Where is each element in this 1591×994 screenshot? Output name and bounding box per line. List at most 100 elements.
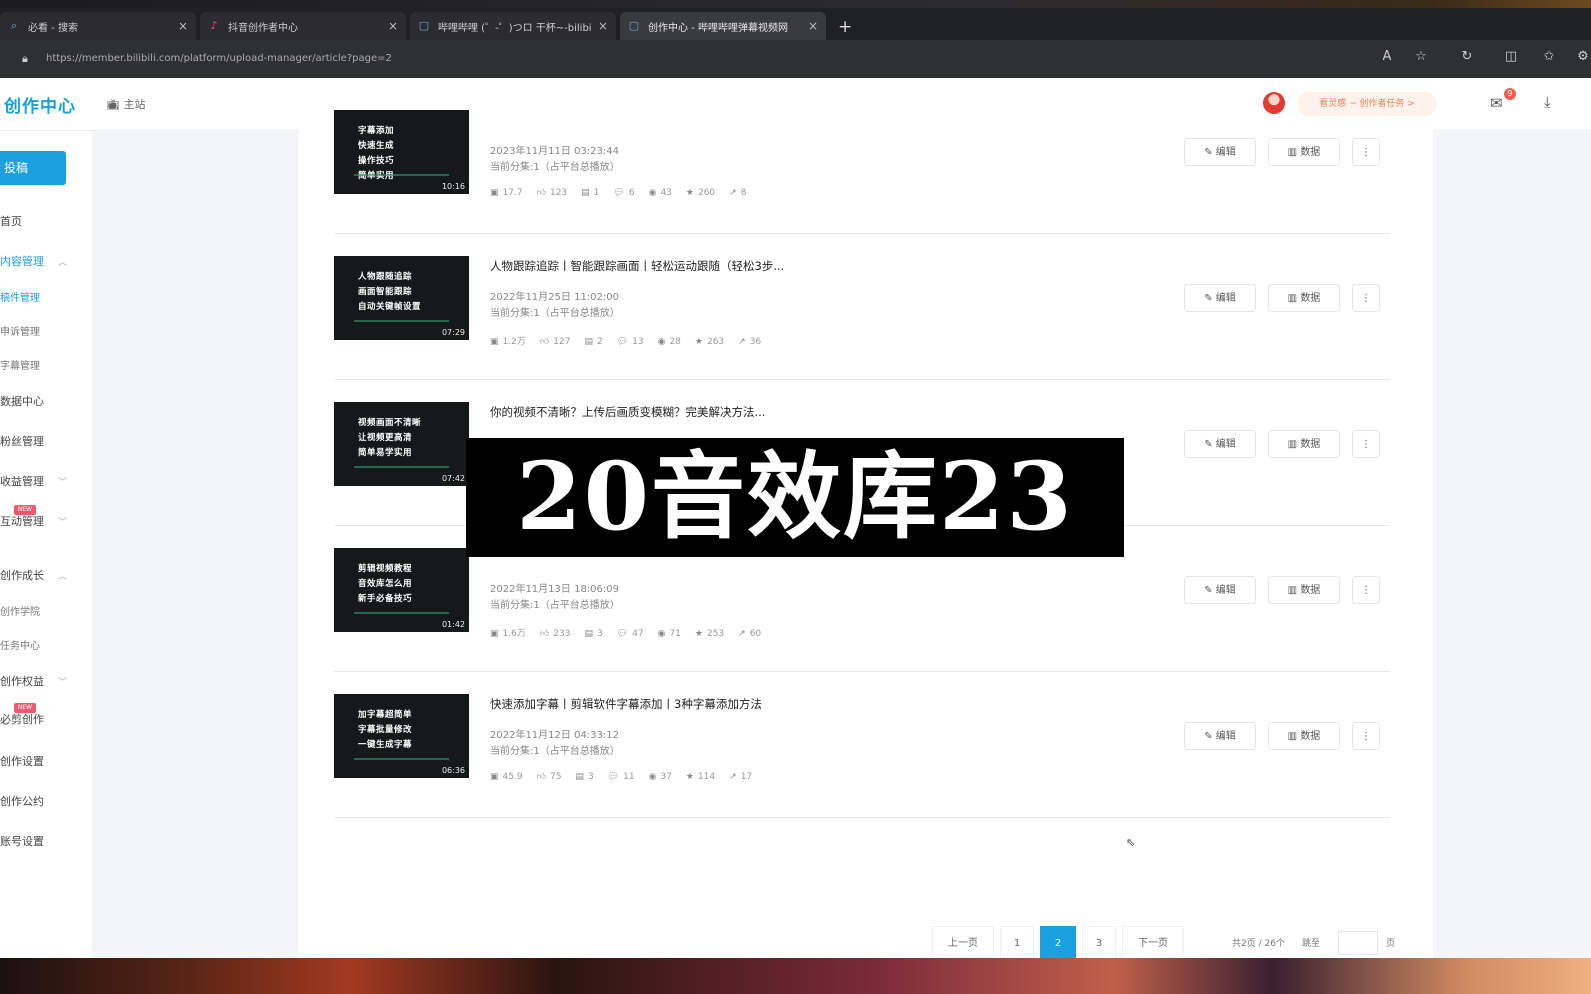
page-button-2[interactable]: 2 [1040,926,1076,958]
chevron-down-icon[interactable]: ﹀ [58,675,67,688]
video-title[interactable]: 人物跟踪追踪丨智能跟踪画面丨轻松运动跟随（轻松3步... [490,258,784,274]
sidebar-item-content[interactable]: 内容管理 [0,253,44,269]
close-icon[interactable]: × [178,19,188,33]
url-field[interactable]: 🔒︎ https://member.bilibili.com/platform/… [14,47,1354,71]
video-thumbnail[interactable]: 视频画面不清晰 让视频更高清 简单易学实用 07:42 [334,402,469,486]
video-thumbnail[interactable]: 人物跟随追踪 画面智能跟踪 自动关键帧设置 07:29 [334,256,469,340]
video-thumbnail[interactable]: 剪辑视频教程 音效库怎么用 新手必备技巧 01:42 [334,548,469,632]
favorite-star-icon[interactable]: ☆ [1412,49,1430,64]
play-count-icon: ▣ [490,629,499,639]
sidebar-item-account[interactable]: 账号设置 [0,833,44,849]
data-button[interactable]: ▥ 数据 [1268,430,1340,458]
edit-icon: ✎ [1204,731,1216,742]
coin-icon: ◉ [648,772,657,782]
edit-button[interactable]: ✎ 编辑 [1184,138,1256,166]
more-button[interactable]: ⋮ [1352,430,1380,458]
sidebar-item-bijian[interactable]: 必剪创作 [0,711,44,727]
sidebar-item-income[interactable]: 收益管理 [0,473,44,489]
sidebar-item-rights[interactable]: 创作权益 [0,673,44,689]
close-icon[interactable]: × [598,19,608,33]
video-title[interactable]: 快速添加字幕丨剪辑软件字幕添加丨3种字幕添加方法 [490,696,762,712]
page-button-3[interactable]: 3 [1082,926,1116,958]
extensions-icon[interactable]: ⚙ [1574,49,1591,64]
more-button[interactable]: ⋮ [1352,284,1380,312]
sidebar-item-home[interactable]: 首页 [0,213,22,229]
refresh-icon[interactable]: ↻ [1458,49,1476,64]
data-button[interactable]: ▥ 数据 [1268,576,1340,604]
stat-like-value: 233 [553,629,571,639]
stat-coin: ◉ 37 [649,772,672,782]
video-thumbnail[interactable]: 字幕添加 快速生成 操作技巧 简单实用 10:16 [334,110,469,194]
sidebar-item-manuscripts[interactable]: 稿件管理 [0,289,40,304]
data-button[interactable]: ▥ 数据 [1268,284,1340,312]
sidebar-item-convention[interactable]: 创作公约 [0,793,44,809]
chevron-down-icon[interactable]: ﹀ [58,515,67,528]
lock-icon: 🔒︎ [22,52,28,65]
stat-play-value: 1.6万 [502,629,526,639]
edit-button[interactable]: ✎ 编辑 [1184,576,1256,604]
data-label: 数据 [1300,585,1321,596]
video-thumbnail[interactable]: 加字幕超简单 字幕批量修改 一键生成字幕 06:36 [334,694,469,778]
favorites-icon[interactable]: ✩ [1540,49,1558,64]
sidebar-item-academy[interactable]: 创作学院 [0,603,40,618]
edit-button[interactable]: ✎ 编辑 [1184,284,1256,312]
close-icon[interactable]: × [388,19,398,33]
stat-comment-value: 47 [632,629,644,639]
tab-label: 哔哩哔哩 (゜-゜)つロ 干杯~-bilibili [438,22,592,34]
stat-comment: 💬︎ 47 [617,629,644,639]
home-link[interactable]: 📺︎ 主站 [106,96,145,112]
stat-fav: ★ 263 [695,337,724,347]
sidebar: 投稿 首页 内容管理 ︿ 稿件管理 申诉管理 字幕管理 数据中心 粉丝管理 收益… [0,131,92,958]
sidebar-item-interaction[interactable]: 互动管理 [0,513,44,529]
like-icon: 👍︎ [536,772,546,782]
new-tab-icon[interactable]: + [838,18,852,36]
edit-button[interactable]: ✎ 编辑 [1184,430,1256,458]
next-page-button[interactable]: 下一页 [1122,926,1184,958]
search-icon: ⌕ [10,19,18,32]
sidebar-item-data[interactable]: 数据中心 [0,393,44,409]
mail-icon[interactable]: ✉ [1490,94,1503,112]
chevron-up-icon[interactable]: ︿ [58,569,67,582]
comment-icon: 💬︎ [616,337,629,347]
browser-tab-4[interactable]: ▢ 创作中心 - 哔哩哔哩弹幕视频网 × [620,12,826,40]
sidebar-item-fans[interactable]: 粉丝管理 [0,433,44,449]
edit-button[interactable]: ✎ 编辑 [1184,722,1256,750]
browser-tab-3[interactable]: ▢ 哔哩哔哩 (゜-゜)つロ 干杯~-bilibili × [410,12,616,40]
video-date: 2023年11月11日 03:23:44 [490,146,619,157]
chart-icon: ▥ [1287,585,1301,596]
sidebar-item-settings[interactable]: 创作设置 [0,753,44,769]
sidebar-item-growth[interactable]: 创作成长 [0,567,44,583]
data-button[interactable]: ▥ 数据 [1268,138,1340,166]
danmaku-icon: ▤ [584,629,593,639]
prev-page-button[interactable]: 上一页 [932,926,994,958]
read-aloud-icon[interactable]: A [1378,49,1396,64]
share-icon: ↗ [729,772,737,782]
favorite-icon: ★ [685,188,694,198]
browser-tab-1[interactable]: ⌕ 必看 - 搜索 × [0,12,196,40]
stat-comment: 💬︎ 11 [608,772,635,782]
jump-page-input[interactable] [1338,931,1378,955]
more-button[interactable]: ⋮ [1352,722,1380,750]
close-icon[interactable]: × [808,19,818,33]
sidebar-item-appeals[interactable]: 申诉管理 [0,323,40,338]
stat-like: 👍︎ 123 [537,188,568,198]
split-screen-icon[interactable]: ◫ [1502,49,1520,64]
stat-share: ↗ 17 [729,772,752,782]
upload-button[interactable]: 投稿 [0,151,66,185]
more-button[interactable]: ⋮ [1352,576,1380,604]
sidebar-item-tasks[interactable]: 任务中心 [0,637,40,652]
video-duration: 07:29 [441,328,465,337]
download-icon[interactable]: ⤓ [1544,93,1551,111]
message-count-badge: 9 [1504,88,1516,100]
data-button[interactable]: ▥ 数据 [1268,722,1340,750]
chevron-up-icon[interactable]: ︿ [58,255,67,268]
more-button[interactable]: ⋮ [1352,138,1380,166]
chevron-down-icon[interactable]: ﹀ [58,475,67,488]
favorite-icon: ★ [694,337,703,347]
video-title[interactable]: 你的视频不清晰？上传后画质变模糊？完美解决方法... [490,404,765,420]
brand-title[interactable]: 创作中心 [4,92,76,117]
sidebar-item-subtitles[interactable]: 字幕管理 [0,357,40,372]
chart-icon: ▥ [1287,147,1301,158]
browser-tab-2[interactable]: ♪ 抖音创作者中心 × [200,12,406,40]
page-button-1[interactable]: 1 [1000,926,1034,958]
